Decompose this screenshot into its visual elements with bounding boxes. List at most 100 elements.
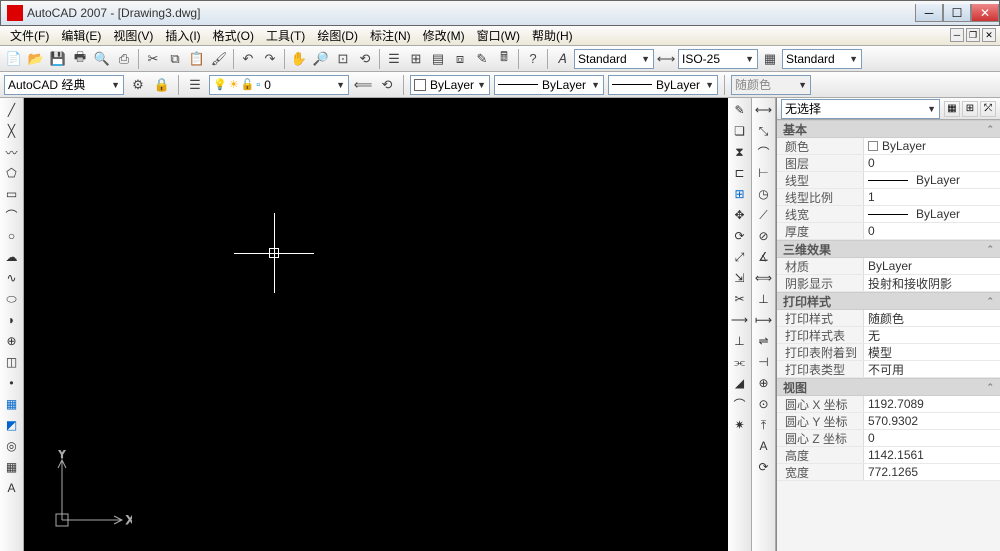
sheetset-icon[interactable]: ⧈: [450, 49, 470, 69]
new-icon[interactable]: 📄: [4, 49, 24, 69]
zoomprev-icon[interactable]: ⟲: [355, 49, 375, 69]
mirror-icon[interactable]: ⧗: [730, 142, 750, 162]
gradient-icon[interactable]: ◩: [2, 415, 22, 435]
trim-icon[interactable]: ✂: [730, 289, 750, 309]
hatch-icon[interactable]: ▦: [2, 394, 22, 414]
selection-combo[interactable]: 无选择▼: [781, 99, 940, 119]
markup-icon[interactable]: ✎: [472, 49, 492, 69]
calc-icon[interactable]: 🖩: [494, 49, 514, 69]
offset-icon[interactable]: ⊏: [730, 163, 750, 183]
point-icon[interactable]: •: [2, 373, 22, 393]
mdi-restore-button[interactable]: ❐: [966, 28, 980, 42]
redo-icon[interactable]: ↷: [260, 49, 280, 69]
layer-prev-icon[interactable]: ⟸: [353, 75, 373, 95]
publish-icon[interactable]: ⎙: [114, 49, 134, 69]
maximize-button[interactable]: ☐: [943, 4, 971, 22]
preview-icon[interactable]: 🔍: [92, 49, 112, 69]
lineweight-combo[interactable]: ByLayer▼: [608, 75, 718, 95]
ellipsearc-icon[interactable]: ◗: [2, 310, 22, 330]
prop-mat-value[interactable]: ByLayer: [863, 258, 1000, 274]
dim-aligned-icon[interactable]: ⤡: [754, 121, 774, 141]
insertblock-icon[interactable]: ⊕: [2, 331, 22, 351]
dim-arc-icon[interactable]: ⌒: [754, 142, 774, 162]
copy-icon[interactable]: ⧉: [165, 49, 185, 69]
prop-cx-value[interactable]: 1192.7089: [863, 396, 1000, 412]
designcenter-icon[interactable]: ⊞: [406, 49, 426, 69]
tablestyle-icon[interactable]: ▦: [760, 49, 780, 69]
group-plot[interactable]: 打印样式⌃: [777, 292, 1000, 310]
xline-icon[interactable]: ╳: [2, 121, 22, 141]
toolpalettes-icon[interactable]: ▤: [428, 49, 448, 69]
color-combo[interactable]: ByLayer▼: [410, 75, 490, 95]
prop-color-value[interactable]: ByLayer: [863, 138, 1000, 154]
dim-radius-icon[interactable]: ◷: [754, 184, 774, 204]
dim-linear-icon[interactable]: ⟷: [754, 100, 774, 120]
open-icon[interactable]: 📂: [26, 49, 46, 69]
makeblock-icon[interactable]: ◫: [2, 352, 22, 372]
join-icon[interactable]: ⫘: [730, 352, 750, 372]
menu-tools[interactable]: 工具(T): [260, 27, 311, 44]
dim-continue-icon[interactable]: ⟼: [754, 310, 774, 330]
scale-icon[interactable]: ⤢: [730, 247, 750, 267]
text-style-combo[interactable]: Standard▼: [574, 49, 654, 69]
menu-edit[interactable]: 编辑(E): [55, 27, 107, 44]
break-icon[interactable]: ⊥: [730, 331, 750, 351]
table-icon[interactable]: ▦: [2, 457, 22, 477]
menu-view[interactable]: 视图(V): [107, 27, 159, 44]
close-button[interactable]: ✕: [971, 4, 999, 22]
dim-baseline-icon[interactable]: ⊥: [754, 289, 774, 309]
prop-ltscale-value[interactable]: 1: [863, 189, 1000, 205]
prop-cy-value[interactable]: 570.9302: [863, 413, 1000, 429]
stretch-icon[interactable]: ⇲: [730, 268, 750, 288]
dim-edit-icon[interactable]: ⤒: [754, 415, 774, 435]
dim-break-icon[interactable]: ⊣: [754, 352, 774, 372]
arc-icon[interactable]: ⌒: [2, 205, 22, 225]
pline-icon[interactable]: 〰: [2, 142, 22, 162]
textstyle-icon[interactable]: 𝐴: [552, 49, 572, 69]
dim-angular-icon[interactable]: ∡: [754, 247, 774, 267]
group-basic[interactable]: 基本⌃: [777, 120, 1000, 138]
tolerance-icon[interactable]: ⊕: [754, 373, 774, 393]
mtext-icon[interactable]: A: [2, 478, 22, 498]
menu-dimension[interactable]: 标注(N): [364, 27, 417, 44]
menu-help[interactable]: 帮助(H): [526, 27, 579, 44]
dim-style-combo[interactable]: ISO-25▼: [678, 49, 758, 69]
prop-psa-value[interactable]: 模型: [863, 344, 1000, 360]
dim-tedit-icon[interactable]: A: [754, 436, 774, 456]
dim-quick-icon[interactable]: ⟺: [754, 268, 774, 288]
prop-h-value[interactable]: 1142.1561: [863, 447, 1000, 463]
line-icon[interactable]: ╱: [2, 100, 22, 120]
workspace-combo[interactable]: AutoCAD 经典▼: [4, 75, 124, 95]
prop-layer-value[interactable]: 0: [863, 155, 1000, 171]
rotate-icon[interactable]: ⟳: [730, 226, 750, 246]
mdi-close-button[interactable]: ✕: [982, 28, 996, 42]
dimstyle-icon[interactable]: ⟷: [656, 49, 676, 69]
minimize-button[interactable]: ─: [915, 4, 943, 22]
quick-select-icon[interactable]: ⊞: [962, 101, 978, 117]
move-icon[interactable]: ✥: [730, 205, 750, 225]
mdi-minimize-button[interactable]: ─: [950, 28, 964, 42]
dim-diameter-icon[interactable]: ⊘: [754, 226, 774, 246]
print-icon[interactable]: 🖶: [70, 49, 90, 69]
extend-icon[interactable]: ⟶: [730, 310, 750, 330]
prop-shadow-value[interactable]: 投射和接收阴影: [863, 275, 1000, 291]
zoomwin-icon[interactable]: ⊡: [333, 49, 353, 69]
rectangle-icon[interactable]: ▭: [2, 184, 22, 204]
menu-insert[interactable]: 插入(I): [159, 27, 206, 44]
menu-modify[interactable]: 修改(M): [417, 27, 471, 44]
layer-state-icon[interactable]: ⟲: [377, 75, 397, 95]
prop-thick-value[interactable]: 0: [863, 223, 1000, 239]
prop-ltype-value[interactable]: ByLayer: [863, 172, 1000, 188]
workspace-settings-icon[interactable]: ⚙: [128, 75, 148, 95]
zoomrt-icon[interactable]: 🔎: [311, 49, 331, 69]
cut-icon[interactable]: ✂: [143, 49, 163, 69]
properties-icon[interactable]: ☰: [384, 49, 404, 69]
dim-update-icon[interactable]: ⟳: [754, 457, 774, 477]
dim-ordinate-icon[interactable]: ⊢: [754, 163, 774, 183]
chamfer-icon[interactable]: ◢: [730, 373, 750, 393]
plotstyle-combo[interactable]: 随颜色▼: [731, 75, 811, 95]
center-mark-icon[interactable]: ⊙: [754, 394, 774, 414]
toggle-pim-icon[interactable]: ▦: [944, 101, 960, 117]
select-objects-icon[interactable]: ⤱: [980, 101, 996, 117]
paste-icon[interactable]: 📋: [187, 49, 207, 69]
